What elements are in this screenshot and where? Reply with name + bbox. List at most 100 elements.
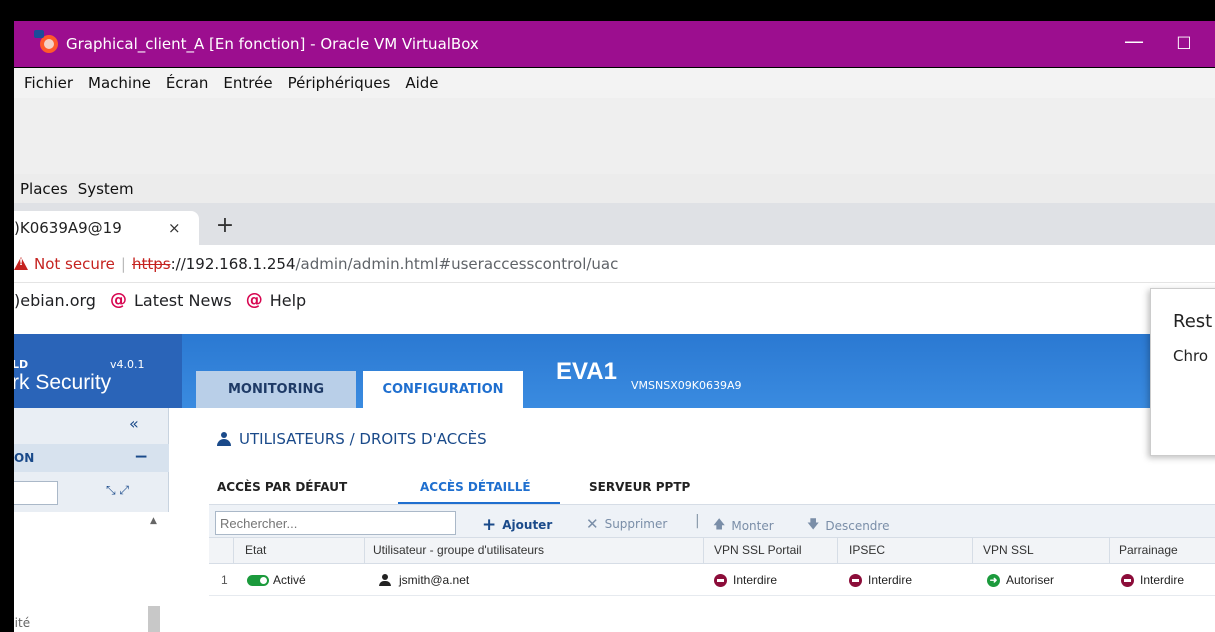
- cell-etat[interactable]: Activé: [247, 573, 306, 587]
- sidebar: « ON − ⤡ ⤢ ▲ ilité: [14, 408, 169, 632]
- scroll-up-icon[interactable]: ▲: [150, 516, 157, 526]
- grid-header: Etat Utilisateur - groupe d'utilisateurs…: [209, 538, 1215, 564]
- menu-peripheriques[interactable]: Périphériques: [288, 74, 391, 92]
- ipsec-label: Interdire: [868, 573, 913, 587]
- add-label: Ajouter: [502, 518, 553, 532]
- vbox-window-frame: Graphical_client_A [En fonction] - Oracl…: [0, 0, 1215, 68]
- url-host: ://192.168.1.254: [170, 254, 296, 273]
- bookmark-latest-news[interactable]: @ Latest News: [110, 290, 232, 310]
- warning-icon[interactable]: [14, 257, 28, 270]
- sidebar-filter-input[interactable]: [14, 481, 58, 505]
- row-index: 1: [221, 573, 228, 587]
- guest-top-area: [14, 98, 1215, 174]
- gnome-panel: Places System: [14, 174, 1215, 203]
- arrow-down-icon: 🡇: [807, 517, 820, 531]
- subtabs: ACCÈS PAR DÉFAUT ACCÈS DÉTAILLÉ SERVEUR …: [209, 472, 1215, 505]
- bookmark-label: )ebian.org: [14, 290, 96, 310]
- close-icon: ✕: [586, 515, 599, 533]
- new-tab-button[interactable]: +: [210, 213, 240, 238]
- guest-display: Places System )K0639A9@19 × + Not secure…: [14, 98, 1215, 632]
- bookmark-help[interactable]: @ Help: [246, 290, 306, 310]
- menu-ecran[interactable]: Écran: [166, 74, 209, 92]
- brand-block: LD v4.0.1 rk Security: [14, 334, 182, 408]
- panel-places[interactable]: Places: [20, 180, 68, 198]
- tab-close-icon[interactable]: ×: [168, 219, 181, 237]
- sidebar-tree: ▲ ilité: [14, 512, 169, 632]
- rules-grid: Etat Utilisateur - groupe d'utilisateurs…: [209, 538, 1215, 632]
- sidebar-scrollbar[interactable]: [148, 606, 160, 632]
- menu-entree[interactable]: Entrée: [223, 74, 272, 92]
- expand-collapse-icon[interactable]: ⤡ ⤢: [106, 483, 129, 498]
- col-utilisateur[interactable]: Utilisateur - groupe d'utilisateurs: [373, 543, 544, 557]
- cell-ipsec[interactable]: Interdire: [849, 573, 912, 587]
- col-ipsec[interactable]: IPSEC: [849, 543, 885, 557]
- browser-tab[interactable]: )K0639A9@19 ×: [14, 211, 199, 245]
- firewall-serial: VMSNSX09K0639A9: [631, 379, 742, 392]
- user-label: jsmith@a.net: [399, 573, 470, 587]
- arrow-up-icon: 🡅: [713, 517, 726, 531]
- cell-vpn-ssl[interactable]: ➜ Autoriser: [987, 573, 1054, 587]
- move-down-label: Descendre: [825, 518, 890, 533]
- tab-acces-detaille[interactable]: ACCÈS DÉTAILLÉ: [420, 480, 531, 494]
- firewall-name: EVA1: [556, 358, 617, 385]
- address-bar[interactable]: Not secure | https ://192.168.1.254 /adm…: [14, 245, 1215, 283]
- tab-title: )K0639A9@19: [14, 219, 122, 237]
- vpn-ssl-label: Autoriser: [1006, 573, 1055, 587]
- brand-name: rk Security: [14, 371, 112, 394]
- deny-icon: [714, 573, 727, 587]
- user-icon: [379, 574, 391, 586]
- popup-title: Rest: [1173, 311, 1213, 332]
- bookmark-label: Latest News: [133, 290, 232, 310]
- bookmark-label: Help: [269, 290, 307, 310]
- search-input[interactable]: [215, 511, 456, 535]
- menu-aide[interactable]: Aide: [405, 74, 438, 92]
- app-version: v4.0.1: [110, 358, 145, 371]
- toggle-on-icon[interactable]: [247, 574, 269, 586]
- delete-label: Supprimer: [604, 517, 668, 531]
- parrainage-label: Interdire: [1140, 573, 1185, 587]
- app-header: LD v4.0.1 rk Security MONITORING CONFIGU…: [14, 334, 1215, 408]
- menu-machine[interactable]: Machine: [88, 74, 151, 92]
- col-parrainage[interactable]: Parrainage: [1119, 543, 1178, 557]
- collapse-sidebar-icon[interactable]: «: [129, 414, 139, 433]
- tab-monitoring[interactable]: MONITORING: [196, 371, 356, 408]
- table-row[interactable]: 1 Activé jsmith@a.net Interdire Interdir…: [209, 564, 1215, 596]
- move-down-button[interactable]: 🡇 Descendre: [807, 515, 889, 536]
- plus-icon: +: [482, 515, 497, 535]
- cell-parrainage[interactable]: Interdire: [1121, 573, 1184, 587]
- deny-icon: [849, 573, 862, 587]
- main-content: UTILISATEURS / DROITS D'ACCÈS ACCÈS PAR …: [169, 408, 1215, 632]
- tab-acces-par-defaut[interactable]: ACCÈS PAR DÉFAUT: [217, 480, 347, 494]
- allow-arrow-icon: ➜: [987, 573, 1000, 587]
- deny-icon: [1121, 573, 1134, 587]
- not-secure-label[interactable]: Not secure: [34, 255, 115, 273]
- toolbar-separator: |: [695, 513, 700, 529]
- vpn-ssl-portail-label: Interdire: [733, 573, 778, 587]
- tab-configuration[interactable]: CONFIGURATION: [363, 371, 523, 408]
- debian-icon: @: [245, 290, 263, 310]
- sidebar-tree-item[interactable]: ilité: [14, 616, 30, 630]
- vbox-titlebar[interactable]: Graphical_client_A [En fonction] - Oracl…: [14, 21, 1215, 67]
- cell-user[interactable]: jsmith@a.net: [379, 573, 469, 587]
- users-icon: [217, 432, 231, 446]
- delete-button[interactable]: ✕ Supprimer: [586, 515, 667, 533]
- col-etat[interactable]: Etat: [245, 543, 266, 557]
- cell-vpn-ssl-portail[interactable]: Interdire: [714, 573, 777, 587]
- add-button[interactable]: + Ajouter: [482, 515, 552, 535]
- page-title: UTILISATEURS / DROITS D'ACCÈS: [217, 430, 487, 448]
- col-vpn-ssl-portail[interactable]: VPN SSL Portail: [714, 543, 802, 557]
- maximize-button[interactable]: ☐: [1164, 29, 1204, 59]
- sidebar-section-header[interactable]: ON −: [14, 444, 169, 472]
- etat-label: Activé: [273, 573, 306, 587]
- menu-fichier[interactable]: Fichier: [24, 74, 73, 92]
- tab-serveur-pptp[interactable]: SERVEUR PPTP: [589, 480, 690, 494]
- restore-popup[interactable]: Rest Chro: [1150, 288, 1215, 456]
- panel-system[interactable]: System: [78, 180, 134, 198]
- bookmarks-bar: )ebian.org @ Latest News @ Help: [14, 283, 1215, 317]
- collapse-section-icon[interactable]: −: [134, 447, 148, 467]
- bookmark-debian[interactable]: )ebian.org: [14, 291, 96, 310]
- move-up-button[interactable]: 🡅 Monter: [713, 515, 774, 536]
- minimize-button[interactable]: —: [1114, 29, 1154, 59]
- col-vpn-ssl[interactable]: VPN SSL: [983, 543, 1034, 557]
- grid-toolbar: + Ajouter ✕ Supprimer | 🡅 Monter 🡇 Desce…: [209, 504, 1215, 538]
